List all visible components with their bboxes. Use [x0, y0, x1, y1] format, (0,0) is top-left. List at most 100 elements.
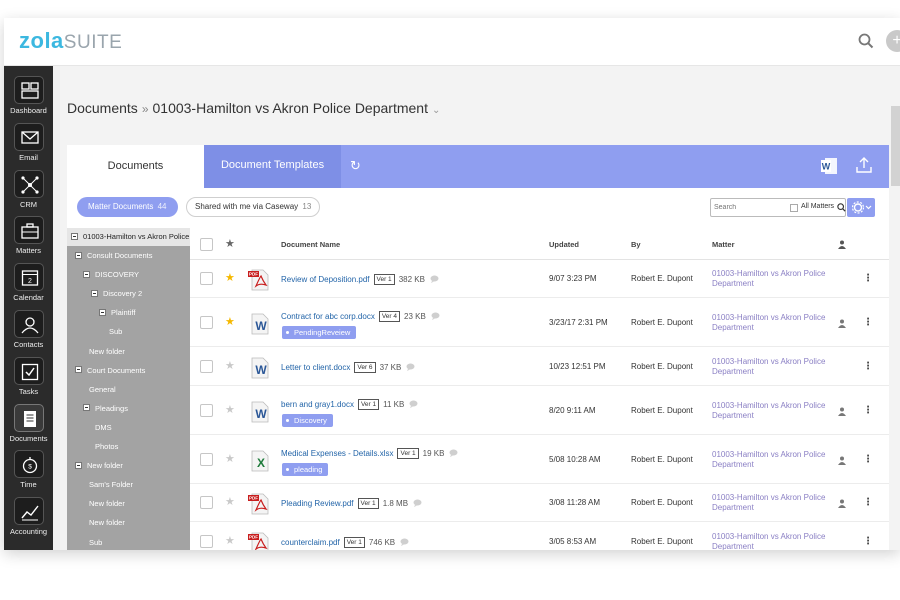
tree-folder[interactable]: Sub — [109, 325, 122, 339]
search-input[interactable] — [714, 201, 784, 214]
tree-folder[interactable]: Consult Documents — [75, 249, 152, 263]
version-badge[interactable]: Ver 1 — [357, 398, 380, 410]
document-name[interactable]: Medical Expenses - Details.xlsx Ver 1 19 K… — [281, 447, 458, 459]
collapse-icon[interactable] — [83, 404, 90, 412]
matter-link[interactable]: 01003-Hamilton vs Akron Police Departmen… — [712, 450, 836, 470]
collapse-icon[interactable] — [75, 366, 82, 374]
tree-folder[interactable]: Pleadings — [83, 402, 128, 416]
column-updated[interactable]: Updated — [549, 240, 579, 249]
document-name[interactable]: Contract for abc corp.docx Ver 4 23 KB — [281, 310, 440, 322]
document-name[interactable]: Pleading Review.pdf Ver 1 1.8 MB — [281, 498, 422, 509]
tree-folder[interactable]: Plaintiff — [99, 306, 135, 320]
nav-item-tasks[interactable]: Tasks — [4, 353, 53, 399]
nav-item-documents[interactable]: Documents — [4, 400, 53, 446]
collapse-icon[interactable] — [99, 308, 106, 316]
star-icon[interactable]: ★ — [225, 271, 235, 284]
table-row[interactable]: ★ PDF Review of Deposition.pdf Ver 1 382 KB 9… — [190, 260, 889, 298]
tree-folder[interactable]: Court Documents — [75, 364, 145, 378]
row-checkbox[interactable] — [200, 272, 213, 285]
settings-dropdown-button[interactable] — [847, 198, 875, 217]
tag-badge[interactable]: Discovery — [282, 413, 333, 427]
more-options-icon[interactable]: ⋮ — [863, 536, 873, 547]
column-matter[interactable]: Matter — [712, 240, 735, 249]
tab-document-templates[interactable]: Document Templates — [204, 145, 341, 188]
more-options-icon[interactable]: ⋮ — [863, 361, 873, 372]
all-matters-checkbox[interactable] — [790, 204, 798, 212]
upload-icon[interactable] — [854, 155, 874, 175]
more-options-icon[interactable]: ⋮ — [863, 317, 873, 328]
comment-icon[interactable] — [431, 312, 440, 320]
tree-folder[interactable]: DISCOVERY — [83, 268, 139, 282]
tag-badge[interactable]: PendingReveiew — [282, 325, 357, 339]
version-badge[interactable]: Ver 6 — [354, 361, 376, 373]
nav-item-email[interactable]: Email — [4, 119, 53, 165]
collapse-icon[interactable] — [71, 232, 78, 240]
column-document-name[interactable]: Document Name — [281, 240, 340, 249]
collapse-icon[interactable] — [75, 461, 82, 469]
comment-icon[interactable] — [449, 449, 458, 457]
tag-badge[interactable]: pleading — [282, 462, 329, 476]
table-row[interactable]: ★ X Medical Expenses - Details.xlsx Ver 1 19… — [190, 435, 889, 484]
document-name[interactable]: Letter to client.docx Ver 6 37 KB — [281, 361, 415, 373]
version-badge[interactable]: Ver 1 — [357, 498, 379, 509]
more-options-icon[interactable]: ⋮ — [863, 405, 873, 416]
comment-icon[interactable] — [400, 538, 409, 546]
version-badge[interactable]: Ver 1 — [397, 447, 419, 459]
comment-icon[interactable] — [430, 275, 439, 283]
version-badge[interactable]: Ver 4 — [378, 310, 401, 322]
document-name-link[interactable]: Pleading Review.pdf — [281, 499, 354, 508]
more-options-icon[interactable]: ⋮ — [863, 454, 873, 465]
matter-link[interactable]: 01003-Hamilton vs Akron Police Departmen… — [712, 269, 836, 289]
document-name-link[interactable]: Contract for abc corp.docx — [281, 312, 375, 321]
star-icon[interactable]: ★ — [225, 315, 235, 328]
row-checkbox[interactable] — [200, 315, 213, 329]
refresh-icon[interactable]: ↻ — [350, 158, 361, 174]
shared-caseway-filter[interactable]: Shared with me via Caseway 13 — [186, 197, 321, 217]
matter-link[interactable]: 01003-Hamilton vs Akron Police Departmen… — [712, 357, 836, 377]
nav-item-contacts[interactable]: Contacts — [4, 306, 53, 352]
tree-folder[interactable]: New folder — [89, 345, 125, 359]
more-options-icon[interactable]: ⋮ — [863, 498, 873, 508]
collapse-icon[interactable] — [91, 289, 98, 297]
tab-documents[interactable]: Documents — [67, 145, 204, 188]
matter-link[interactable]: 01003-Hamilton vs Akron Police Departmen… — [712, 493, 836, 513]
tree-folder[interactable]: Sam's Folder — [89, 478, 133, 492]
nav-item-accounting[interactable]: Accounting — [4, 493, 53, 539]
tree-folder[interactable]: New folder — [89, 497, 125, 511]
row-checkbox[interactable] — [200, 359, 213, 373]
row-checkbox[interactable] — [200, 403, 213, 417]
matter-link[interactable]: 01003-Hamilton vs Akron Police Departmen… — [712, 532, 836, 551]
tree-folder[interactable]: General — [89, 383, 116, 397]
document-name[interactable]: Review of Deposition.pdf Ver 1 382 KB — [281, 274, 439, 285]
document-name-link[interactable]: Review of Deposition.pdf — [281, 275, 370, 284]
row-checkbox[interactable] — [200, 496, 213, 509]
app-logo[interactable]: zolaSUITE — [19, 28, 122, 54]
document-name[interactable]: bern and gray1.docx Ver 1 11 KB — [281, 398, 418, 410]
table-row[interactable]: ★ PDF counterclaim.pdf Ver 1 746 KB 3/05 8:53… — [190, 522, 889, 550]
nav-item-dashboard[interactable]: Dashboard — [4, 72, 53, 118]
table-row[interactable]: ★ PDF Pleading Review.pdf Ver 1 1.8 MB 3/08 1… — [190, 484, 889, 522]
plus-icon[interactable]: + — [886, 30, 900, 52]
version-badge[interactable]: Ver 1 — [343, 536, 365, 548]
search-icon[interactable] — [837, 203, 846, 212]
select-all-checkbox[interactable] — [200, 238, 213, 251]
column-by[interactable]: By — [631, 240, 641, 249]
star-icon[interactable]: ★ — [225, 534, 235, 547]
matter-link[interactable]: 01003-Hamilton vs Akron Police Departmen… — [712, 401, 836, 421]
table-row[interactable]: ★ W Letter to client.docx Ver 6 37 KB 10/23 1… — [190, 347, 889, 386]
collapse-icon[interactable] — [75, 251, 82, 259]
table-row[interactable]: ★ W Contract for abc corp.docx Ver 4 23 KB Pe… — [190, 298, 889, 347]
matter-link[interactable]: 01003-Hamilton vs Akron Police Departmen… — [712, 313, 836, 333]
nav-item-calendar[interactable]: 2 Calendar — [4, 259, 53, 305]
tree-folder[interactable]: Sub — [89, 536, 102, 550]
nav-item-matters[interactable]: Matters — [4, 212, 53, 258]
document-name[interactable]: counterclaim.pdf Ver 1 746 KB — [281, 536, 409, 548]
tree-folder[interactable]: DMS — [95, 421, 112, 435]
nav-item-crm[interactable]: CRM — [4, 166, 53, 212]
more-options-icon[interactable]: ⋮ — [863, 274, 873, 284]
comment-icon[interactable] — [409, 400, 418, 408]
collapse-icon[interactable] — [83, 270, 90, 278]
tree-root-matter[interactable]: 01003-Hamilton vs Akron Police Departmen… — [67, 228, 190, 246]
nav-item-time[interactable]: $ Time — [4, 446, 53, 492]
breadcrumb-root[interactable]: Documents — [67, 100, 138, 116]
